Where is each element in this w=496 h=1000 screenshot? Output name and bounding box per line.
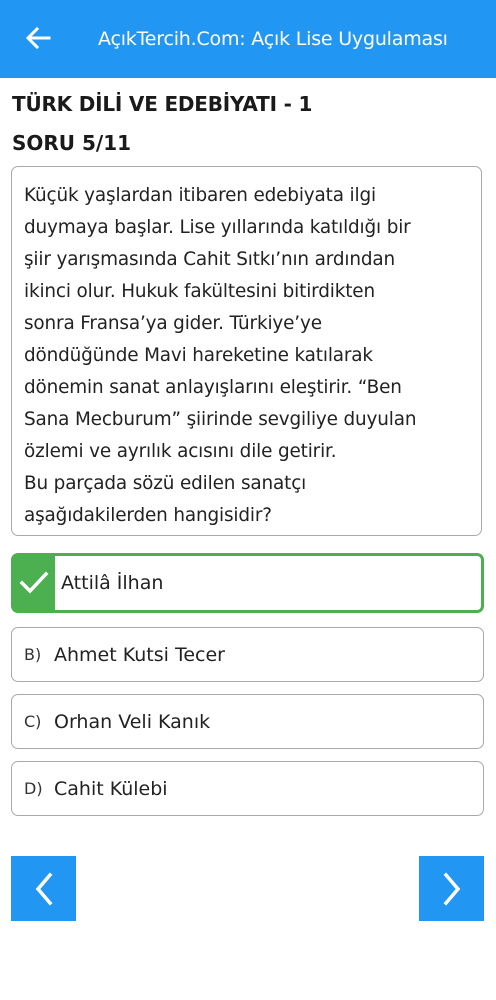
back-button[interactable] bbox=[22, 22, 54, 54]
question-text: Küçük yaşlardan itibaren edebiyata ilgi … bbox=[24, 185, 417, 526]
option-b-label: Ahmet Kutsi Tecer bbox=[54, 643, 225, 666]
option-a-correct[interactable]: Attilâ İlhan bbox=[11, 553, 484, 613]
previous-question-button[interactable] bbox=[11, 856, 76, 921]
option-d[interactable]: D) Cahit Külebi bbox=[11, 761, 484, 816]
subject-title: TÜRK DİLİ VE EDEBİYATI - 1 bbox=[12, 92, 313, 116]
arrow-left-icon bbox=[25, 26, 51, 50]
option-c[interactable]: C) Orhan Veli Kanık bbox=[11, 694, 484, 749]
next-question-button[interactable] bbox=[419, 856, 484, 921]
question-counter: SORU 5/11 bbox=[12, 131, 132, 155]
option-c-letter: C) bbox=[24, 712, 42, 731]
chevron-left-icon bbox=[35, 872, 52, 905]
option-d-letter: D) bbox=[24, 779, 43, 798]
option-c-label: Orhan Veli Kanık bbox=[54, 710, 211, 733]
app-bar: AçıkTercih.Com: Açık Lise Uygulaması bbox=[0, 0, 496, 78]
option-b-letter: B) bbox=[24, 645, 42, 664]
check-badge bbox=[13, 556, 55, 610]
question-card: Küçük yaşlardan itibaren edebiyata ilgi … bbox=[11, 166, 482, 536]
app-title: AçıkTercih.Com: Açık Lise Uygulaması bbox=[98, 28, 448, 50]
option-b[interactable]: B) Ahmet Kutsi Tecer bbox=[11, 627, 484, 682]
check-icon bbox=[19, 571, 49, 594]
option-a-label: Attilâ İlhan bbox=[61, 572, 164, 594]
option-d-label: Cahit Külebi bbox=[54, 777, 168, 800]
chevron-right-icon bbox=[443, 872, 460, 905]
